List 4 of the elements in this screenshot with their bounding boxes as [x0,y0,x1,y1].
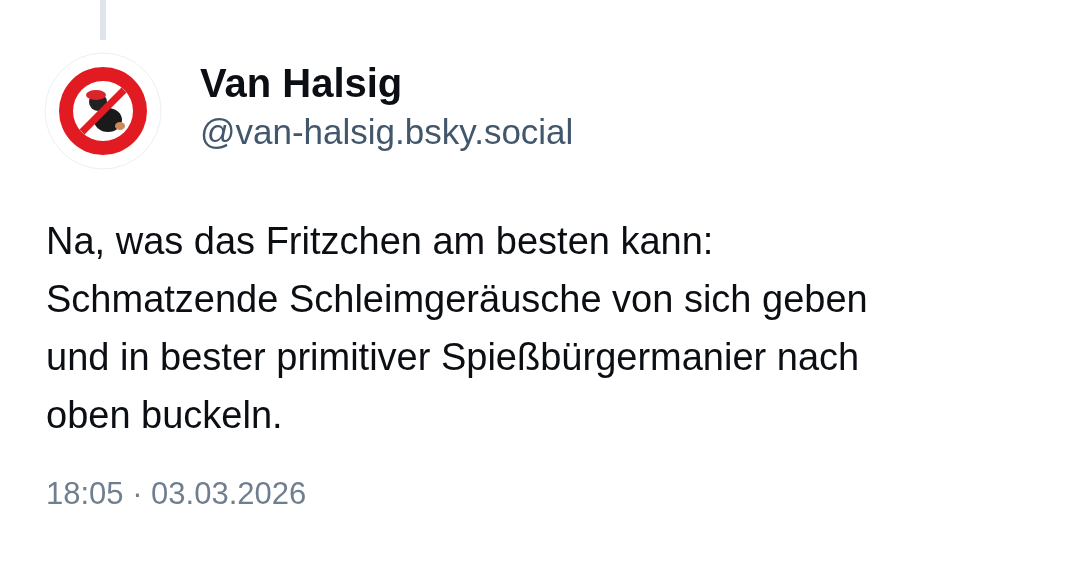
handle: @van-halsig.bsky.social [200,111,574,153]
timestamp: 18:05 · 03.03.2026 [46,476,307,511]
post-text: Na, was das Fritzchen am besten kann: Schmatzende Schleimgeräusche von sich geben und in bester primitiver Spießbürgermanier nach oben buckeln. [46,219,869,438]
display-name: Van Halsig [200,60,404,107]
